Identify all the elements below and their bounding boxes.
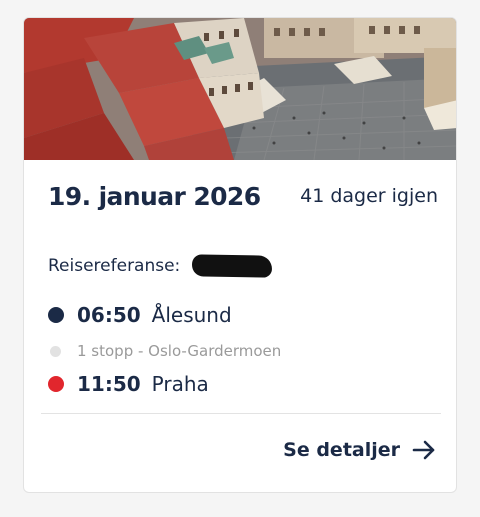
departure-place: Ålesund xyxy=(151,303,232,327)
destination-photo xyxy=(24,18,456,160)
booking-reference-label: Reisereferanse: xyxy=(48,256,181,276)
arrow-right-icon xyxy=(412,440,435,460)
travel-date: 19. januar 2026 xyxy=(48,182,261,211)
stopover-row: 1 stopp - Oslo-Gardermoen xyxy=(48,342,281,360)
divider xyxy=(41,413,441,414)
departure-time: 06:50 xyxy=(77,303,141,327)
dot-gray-icon xyxy=(50,345,61,357)
arrival-row: 11:50 Praha xyxy=(48,372,209,396)
trip-details: 19. januar 2026 41 dager igjen Reiserefe… xyxy=(24,160,456,492)
dot-red-icon xyxy=(48,376,64,392)
see-details-link[interactable]: Se detaljer xyxy=(283,439,436,461)
stopover-text: 1 stopp - Oslo-Gardermoen xyxy=(77,342,282,360)
arrival-time: 11:50 xyxy=(77,372,141,396)
days-left: 41 dager igjen xyxy=(300,185,438,207)
departure-row: 06:50 Ålesund xyxy=(48,303,232,327)
booking-reference: Reisereferanse: xyxy=(48,254,273,278)
dot-navy-icon xyxy=(48,307,64,323)
arrival-place: Praha xyxy=(151,372,209,396)
see-details-label: Se detaljer xyxy=(283,439,400,461)
redacted-reference xyxy=(192,254,273,278)
trip-card[interactable]: 19. januar 2026 41 dager igjen Reiserefe… xyxy=(23,17,457,493)
